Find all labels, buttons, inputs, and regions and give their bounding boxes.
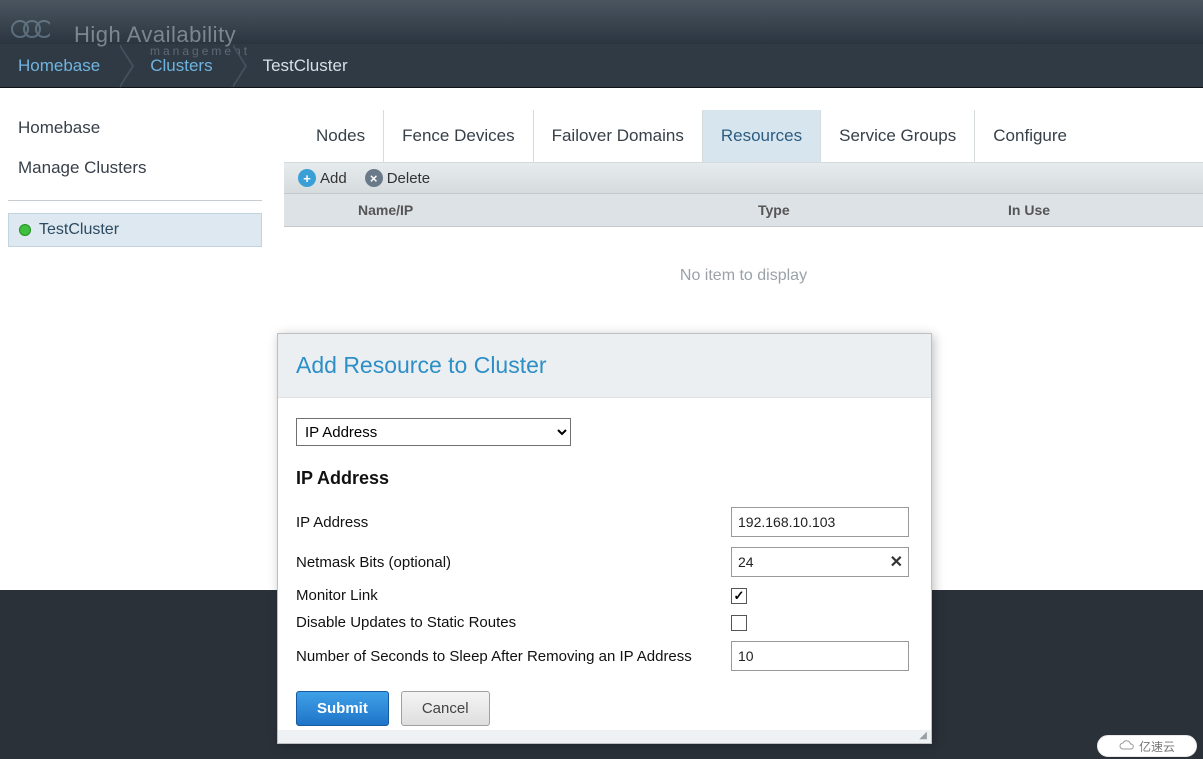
dialog-title: Add Resource to Cluster (278, 334, 931, 398)
ip-address-label: IP Address (296, 514, 731, 531)
resource-type-select[interactable]: IP Address (296, 418, 571, 446)
tab-failover-domains[interactable]: Failover Domains (534, 110, 703, 162)
sidebar: Homebase Manage Clusters TestCluster (0, 88, 270, 590)
sidebar-cluster-item[interactable]: TestCluster (8, 213, 262, 247)
delete-button[interactable]: × Delete (365, 169, 430, 187)
disable-updates-label: Disable Updates to Static Routes (296, 614, 731, 631)
sleep-seconds-label: Number of Seconds to Sleep After Removin… (296, 648, 731, 665)
cancel-button[interactable]: Cancel (401, 691, 490, 726)
breadcrumb-bar: Homebase Clusters TestCluster (0, 44, 1203, 88)
ip-address-input[interactable] (731, 507, 909, 537)
tab-fence-devices[interactable]: Fence Devices (384, 110, 533, 162)
tab-resources[interactable]: Resources (703, 110, 821, 162)
tab-bar: Nodes Fence Devices Failover Domains Res… (284, 110, 1203, 163)
cloud-icon (1119, 740, 1135, 752)
watermark: 亿速云 (1097, 735, 1197, 757)
netmask-input[interactable] (731, 547, 909, 577)
plus-icon: + (298, 169, 316, 187)
toolbar: + Add × Delete (284, 163, 1203, 194)
sidebar-homebase[interactable]: Homebase (8, 108, 262, 148)
col-name-ip: Name/IP (358, 202, 758, 218)
submit-button[interactable]: Submit (296, 691, 389, 726)
status-dot-icon (19, 224, 31, 236)
add-resource-dialog: Add Resource to Cluster IP Address IP Ad… (277, 333, 932, 744)
delete-label: Delete (387, 170, 430, 187)
disable-updates-checkbox[interactable] (731, 615, 747, 631)
monitor-link-checkbox[interactable] (731, 588, 747, 604)
sidebar-manage-clusters[interactable]: Manage Clusters (8, 148, 262, 188)
empty-message: No item to display (284, 227, 1203, 325)
sidebar-divider (8, 200, 262, 201)
breadcrumb-homebase[interactable]: Homebase (0, 44, 118, 87)
logo-icon (10, 14, 50, 44)
table-header: Name/IP Type In Use (284, 194, 1203, 227)
tab-configure[interactable]: Configure (975, 110, 1085, 162)
tab-service-groups[interactable]: Service Groups (821, 110, 975, 162)
add-button[interactable]: + Add (298, 169, 347, 187)
col-in-use: In Use (1008, 202, 1189, 218)
watermark-text: 亿速云 (1139, 738, 1175, 755)
breadcrumb-current: TestCluster (231, 44, 366, 87)
app-header: High Availability management (0, 0, 1203, 44)
breadcrumb-clusters[interactable]: Clusters (118, 44, 230, 87)
logo-title: High Availability (60, 0, 250, 48)
netmask-label: Netmask Bits (optional) (296, 554, 731, 571)
sleep-seconds-input[interactable] (731, 641, 909, 671)
sidebar-cluster-label: TestCluster (39, 221, 119, 239)
x-icon: × (365, 169, 383, 187)
add-label: Add (320, 170, 347, 187)
section-heading: IP Address (296, 468, 913, 489)
clear-icon[interactable]: ✕ (890, 552, 903, 572)
col-type: Type (758, 202, 1008, 218)
tab-nodes[interactable]: Nodes (298, 110, 384, 162)
resize-handle[interactable]: ◢ (278, 730, 931, 743)
monitor-link-label: Monitor Link (296, 587, 731, 604)
